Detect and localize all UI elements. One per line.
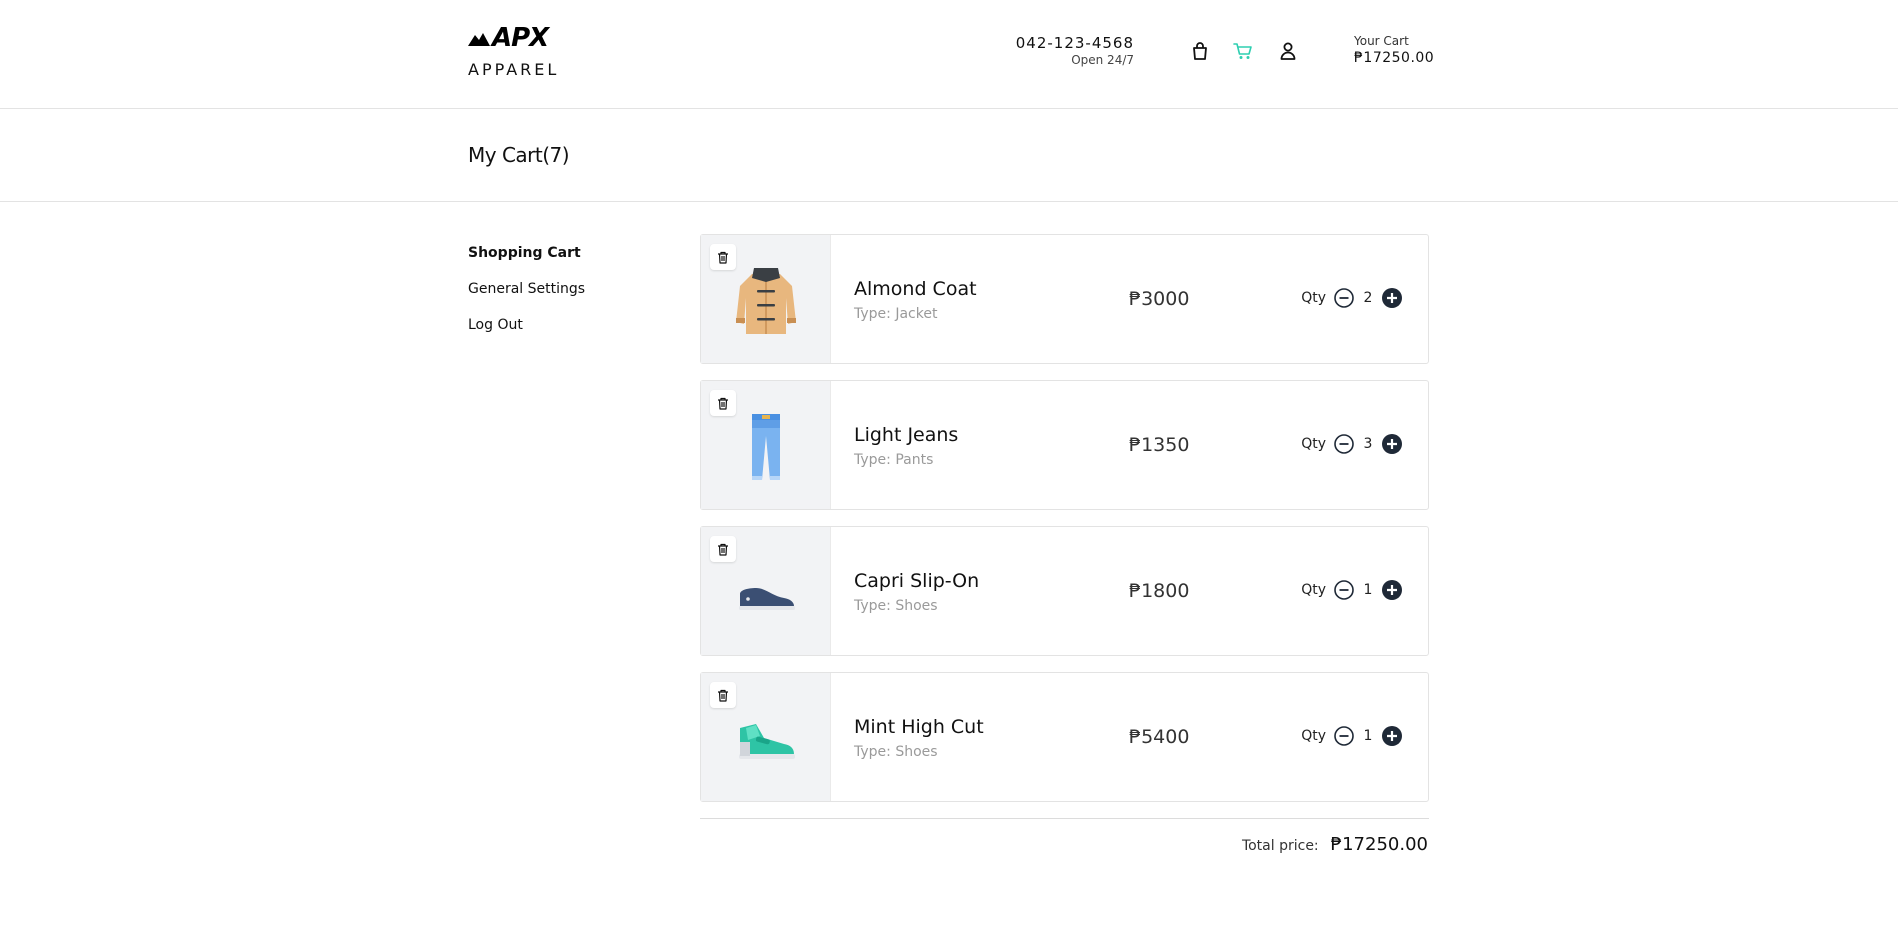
- product-name: Light Jeans: [854, 424, 959, 446]
- product-type: Type: Shoes: [854, 744, 938, 760]
- qty-label: Qty: [1301, 728, 1326, 744]
- product-thumbnail: [701, 235, 831, 363]
- minus-circle-icon: [1334, 288, 1354, 308]
- site-header: APX APPAREL 042-123-4568 Open 24/7 Your …: [0, 0, 1898, 109]
- increase-qty-button[interactable]: [1382, 580, 1402, 600]
- product-type: Type: Jacket: [854, 306, 938, 322]
- cart-summary[interactable]: Your Cart ₱17250.00: [1354, 33, 1434, 67]
- sidebar-item-general-settings[interactable]: General Settings: [468, 279, 648, 299]
- high-cut-shoe-image: [739, 724, 795, 759]
- account-sidebar: Shopping Cart General Settings Log Out: [468, 243, 648, 351]
- sidebar-item-log-out[interactable]: Log Out: [468, 315, 648, 335]
- product-type: Type: Shoes: [854, 598, 938, 614]
- minus-circle-icon: [1334, 580, 1354, 600]
- product-price: ₱3000: [1129, 288, 1190, 310]
- plus-circle-icon: [1382, 726, 1402, 746]
- decrease-qty-button[interactable]: [1334, 726, 1354, 746]
- increase-qty-button[interactable]: [1382, 434, 1402, 454]
- quantity-stepper: Qty 2: [1301, 288, 1402, 308]
- cart-item: Mint High Cut Type: Shoes ₱5400 Qty 1: [700, 672, 1429, 802]
- cart-item: Capri Slip-On Type: Shoes ₱1800 Qty 1: [700, 526, 1429, 656]
- decrease-qty-button[interactable]: [1334, 288, 1354, 308]
- quantity-stepper: Qty 3: [1301, 434, 1402, 454]
- product-price: ₱1350: [1129, 434, 1190, 456]
- cart-item: Light Jeans Type: Pants ₱1350 Qty 3: [700, 380, 1429, 510]
- qty-label: Qty: [1301, 582, 1326, 598]
- product-name: Capri Slip-On: [854, 570, 980, 592]
- product-thumbnail: [701, 527, 831, 655]
- product-price: ₱1800: [1129, 580, 1190, 602]
- sidebar-item-shopping-cart[interactable]: Shopping Cart: [468, 243, 648, 263]
- plus-circle-icon: [1382, 580, 1402, 600]
- cart-total: Total price: ₱17250.00: [1242, 834, 1428, 855]
- brand-subtitle: APPAREL: [468, 60, 560, 79]
- decrease-qty-button[interactable]: [1334, 580, 1354, 600]
- product-thumbnail: [701, 673, 831, 801]
- increase-qty-button[interactable]: [1382, 726, 1402, 746]
- product-name: Almond Coat: [854, 278, 977, 300]
- slip-on-shoe-image: [739, 588, 795, 610]
- increase-qty-button[interactable]: [1382, 288, 1402, 308]
- cart-summary-total: ₱17250.00: [1354, 50, 1435, 66]
- phone-number: 042-123-4568: [1015, 34, 1134, 52]
- cart-item-list: Almond Coat Type: Jacket ₱3000 Qty 2 Lig…: [700, 234, 1430, 818]
- brand-logo[interactable]: APX APPAREL: [468, 24, 568, 80]
- quantity-stepper: Qty 1: [1301, 580, 1402, 600]
- coat-image: [736, 268, 796, 334]
- minus-circle-icon: [1334, 726, 1354, 746]
- plus-circle-icon: [1382, 434, 1402, 454]
- shopping-bag-icon[interactable]: [1189, 40, 1211, 62]
- minus-circle-icon: [1334, 434, 1354, 454]
- decrease-qty-button[interactable]: [1334, 434, 1354, 454]
- jeans-image: [752, 414, 780, 480]
- qty-value: 1: [1363, 582, 1373, 598]
- total-price-label: Total price:: [1241, 838, 1319, 854]
- brand-name: APX: [492, 23, 549, 53]
- product-price: ₱5400: [1129, 726, 1190, 748]
- contact-info: 042-123-4568 Open 24/7: [1016, 34, 1134, 68]
- cart-icon[interactable]: [1232, 40, 1254, 62]
- total-price-value: ₱17250.00: [1330, 834, 1428, 855]
- plus-circle-icon: [1382, 288, 1402, 308]
- product-thumbnail: [701, 381, 831, 509]
- product-type: Type: Pants: [854, 452, 934, 468]
- cart-item: Almond Coat Type: Jacket ₱3000 Qty 2: [700, 234, 1429, 364]
- product-name: Mint High Cut: [854, 716, 984, 738]
- qty-label: Qty: [1301, 290, 1326, 306]
- qty-value: 2: [1363, 290, 1373, 306]
- title-bar: My Cart(7): [0, 109, 1898, 202]
- quantity-stepper: Qty 1: [1301, 726, 1402, 746]
- store-hours: Open 24/7: [1071, 53, 1134, 67]
- cart-summary-label: Your Cart: [1354, 34, 1409, 48]
- mountain-icon: [468, 33, 490, 46]
- qty-value: 3: [1363, 436, 1373, 452]
- qty-label: Qty: [1301, 436, 1326, 452]
- total-divider: [700, 818, 1429, 819]
- page-title: My Cart(7): [468, 143, 570, 167]
- qty-value: 1: [1363, 728, 1373, 744]
- user-icon[interactable]: [1277, 40, 1299, 62]
